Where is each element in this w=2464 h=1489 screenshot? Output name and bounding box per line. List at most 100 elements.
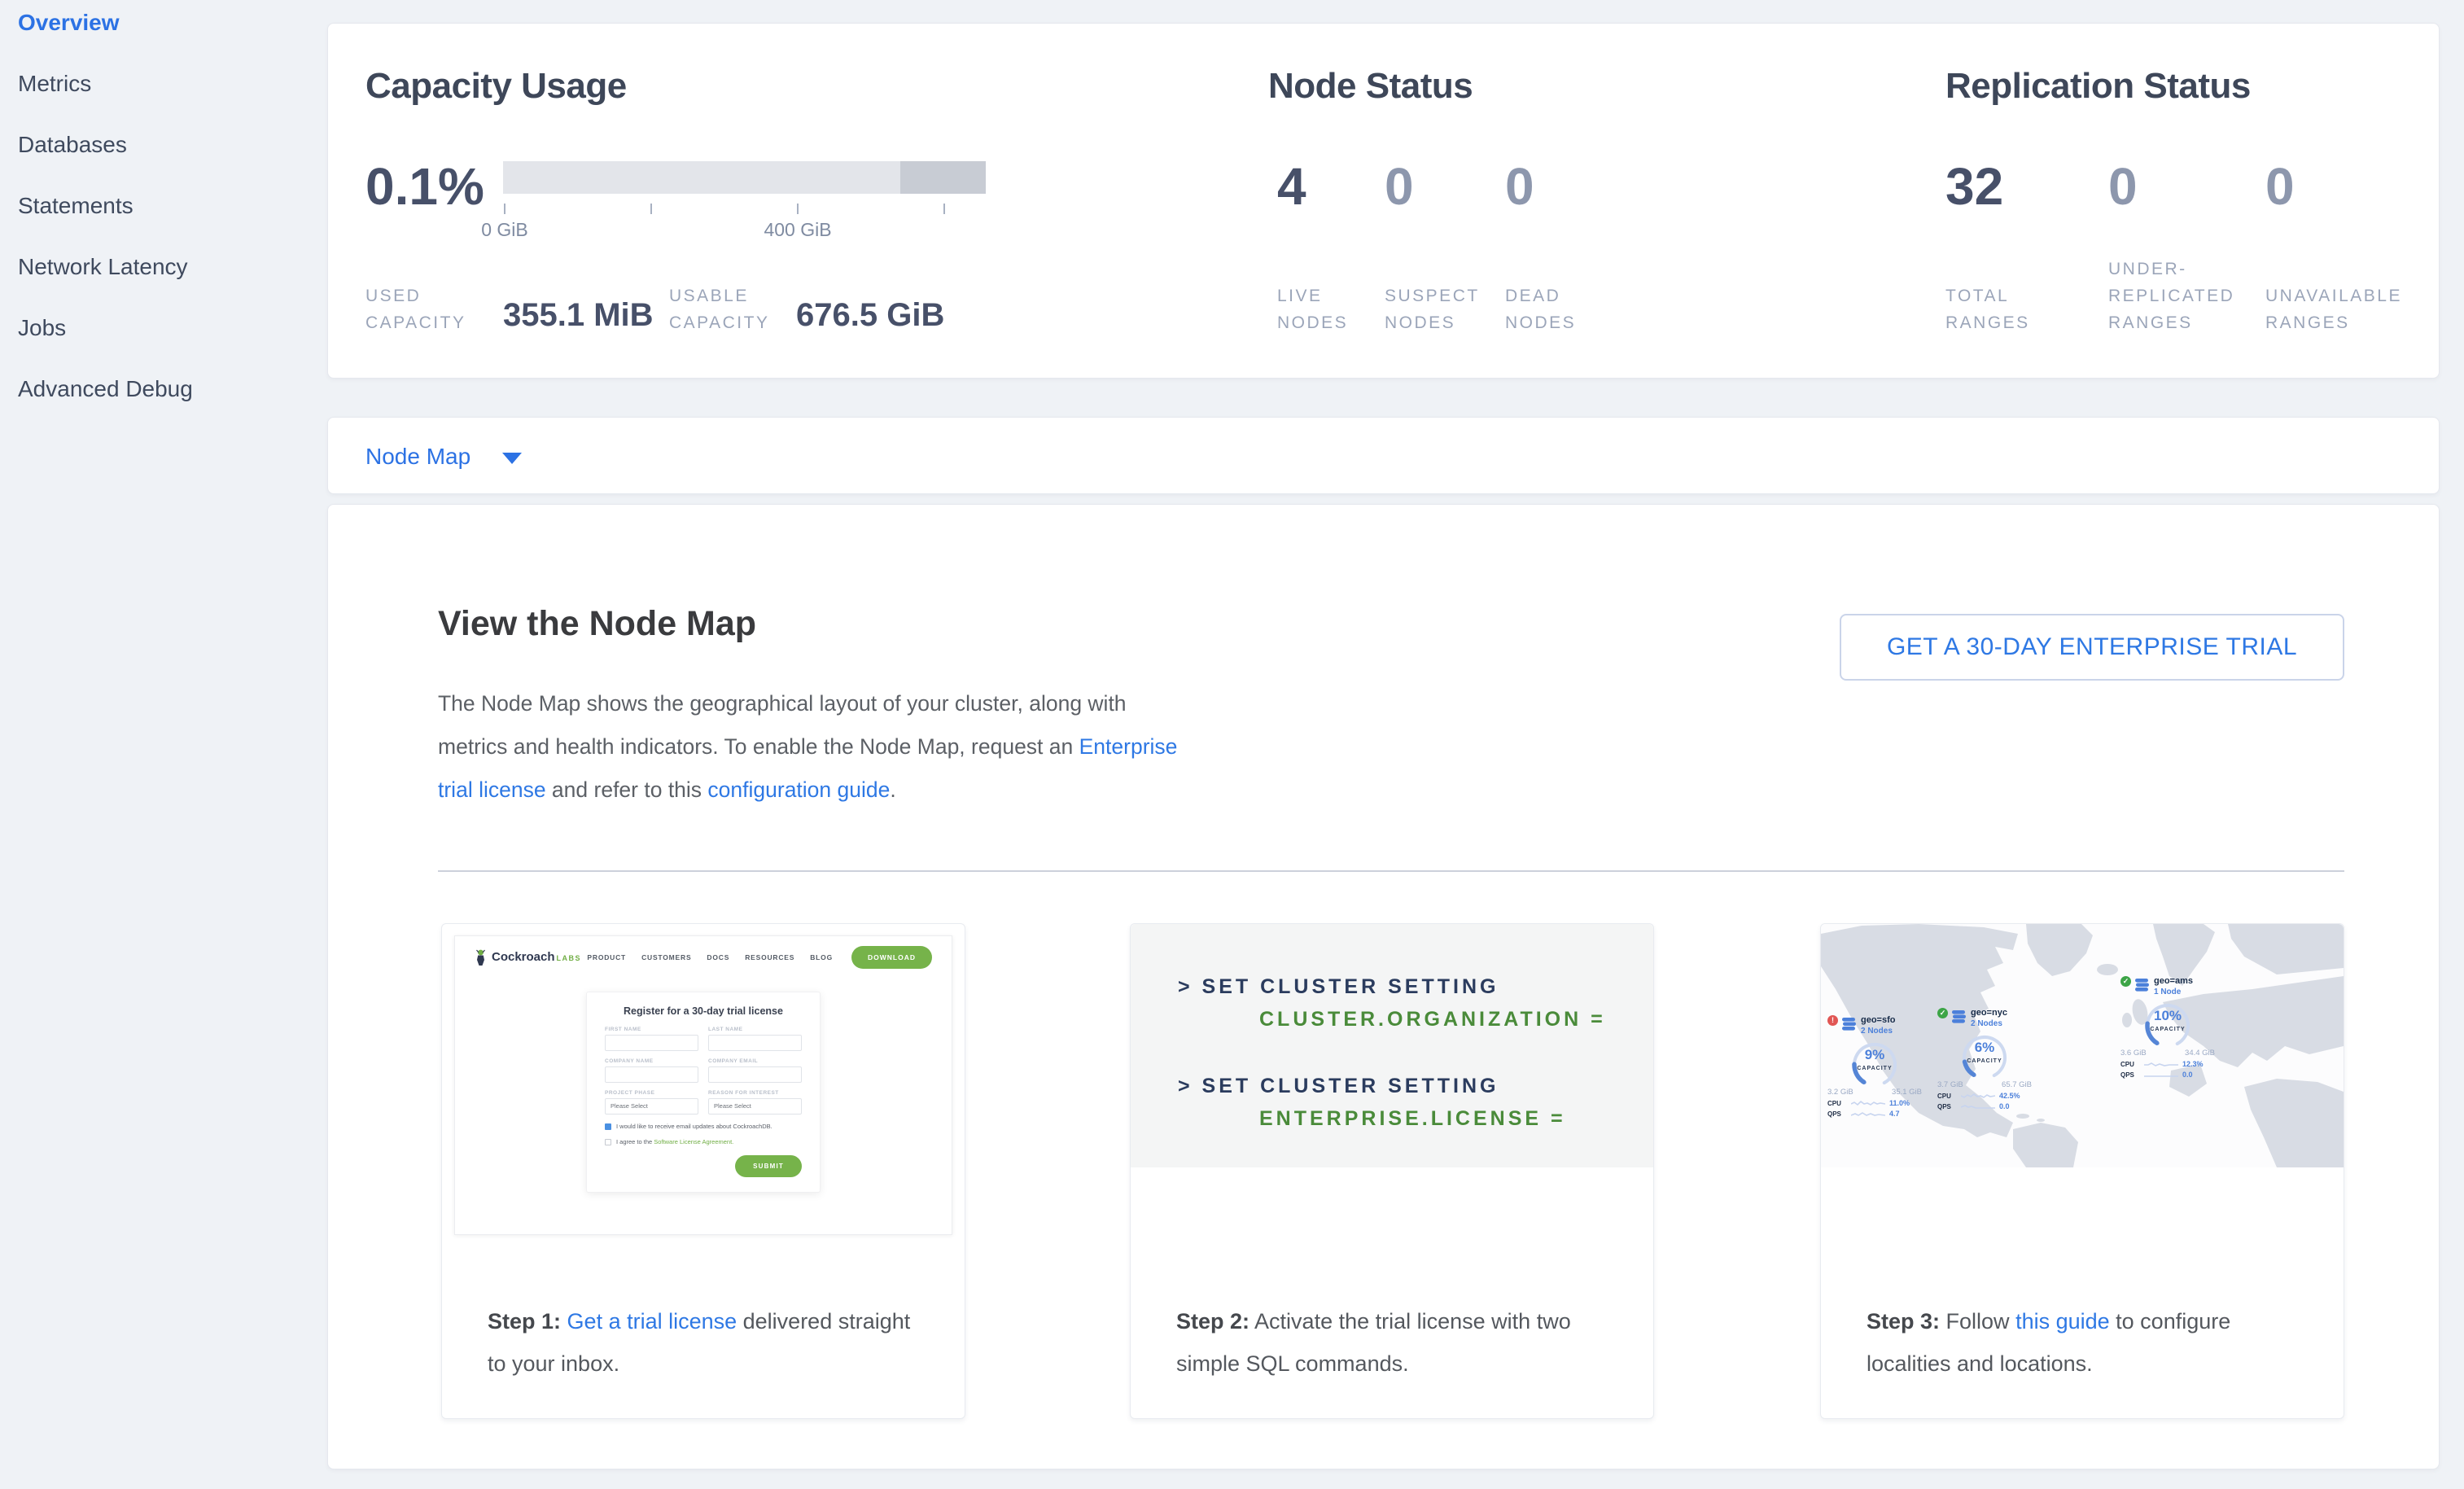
inline-link[interactable]: Enterprise	[1079, 734, 1178, 759]
email-updates-label: I would like to receive email updates ab…	[616, 1123, 772, 1130]
field-label: COMPANY EMAIL	[708, 1058, 802, 1064]
usable-capacity-value: 676.5 GiB	[796, 297, 944, 334]
step2-card: > SET CLUSTER SETTING CLUSTER.ORGANIZATI…	[1130, 923, 1654, 1419]
database-icon	[1842, 1018, 1857, 1031]
suspect-nodes-label: SUSPECT NODES	[1385, 282, 1480, 336]
locality-nodes: 1 Node	[2154, 987, 2193, 997]
sidebar-item-network-latency[interactable]: Network Latency	[18, 254, 188, 282]
replication-status-title: Replication Status	[1945, 66, 2251, 107]
last-name-input	[708, 1035, 802, 1051]
trial-license-form: Register for a 30-day trial license FIRS…	[586, 992, 821, 1193]
field-label: LAST NAME	[708, 1027, 802, 1032]
screenshot-download-button: DOWNLOAD	[851, 946, 932, 969]
inline-link[interactable]: configuration guide	[707, 777, 890, 802]
capacity-percent: 0.1%	[365, 160, 484, 212]
node-map-dropdown[interactable]: Node Map	[365, 418, 522, 495]
database-icon	[1952, 1010, 1967, 1023]
qps-sparkline	[2144, 1071, 2178, 1079]
sidebar-item-metrics[interactable]: Metrics	[18, 71, 91, 99]
license-agreement-checkbox	[605, 1139, 611, 1145]
qps-sparkline	[1851, 1110, 1885, 1118]
brand-text: Cockroach	[492, 950, 555, 964]
field-label: COMPANY NAME	[605, 1058, 698, 1064]
ok-status-icon: ✓	[2120, 976, 2131, 987]
screenshot-submit-button: SUBMIT	[735, 1155, 802, 1177]
node-map-dropdown-label: Node Map	[365, 444, 470, 469]
view-selector-bar: Node Map	[327, 417, 2440, 494]
capacity-tick	[943, 204, 945, 214]
total-ranges-count: 32	[1945, 160, 2003, 212]
capacity-gauge: 10% CAPACITY	[2132, 1000, 2204, 1050]
inline-link[interactable]: Get a trial license	[567, 1309, 737, 1334]
usable-capacity-label: USABLE CAPACITY	[669, 282, 769, 336]
field-label: REASON FOR INTEREST	[708, 1090, 802, 1096]
qps-label: QPS	[1827, 1110, 1847, 1118]
cpu-label: CPU	[2120, 1061, 2140, 1068]
dead-nodes-label: DEAD NODES	[1505, 282, 1576, 336]
qps-label: QPS	[1937, 1103, 1957, 1110]
screenshot-nav: PRODUCT CUSTOMERS DOCS RESOURCES BLOG DO…	[587, 946, 932, 969]
node-status-title: Node Status	[1268, 66, 1473, 107]
database-icon	[2135, 979, 2150, 992]
cpu-sparkline	[2144, 1060, 2178, 1068]
used-capacity-label: USED CAPACITY	[365, 282, 466, 336]
cockroach-icon	[475, 949, 487, 966]
sql-command: > SET CLUSTER SETTING	[1178, 970, 1653, 1003]
capacity-tick-label-400: 400 GiB	[733, 219, 863, 241]
capacity-label: CAPACITY	[2132, 1027, 2204, 1032]
brand-suffix-text: LABS	[557, 954, 582, 962]
page-title: View the Node Map	[438, 604, 756, 644]
screenshot-nav-docs: DOCS	[707, 953, 729, 961]
locality-nyc: ✓ geo=nyc 2 Nodes	[1937, 1008, 2032, 1110]
sql-command: > SET CLUSTER SETTING	[1178, 1070, 1653, 1102]
live-nodes-label: LIVE NODES	[1277, 282, 1348, 336]
cpu-label: CPU	[1827, 1100, 1847, 1107]
sidebar-item-statements[interactable]: Statements	[18, 193, 133, 221]
error-status-icon: !	[1827, 1015, 1838, 1026]
inline-link[interactable]: this guide	[2015, 1309, 2110, 1334]
registration-screenshot: CockroachLABS PRODUCT CUSTOMERS DOCS RES…	[454, 935, 952, 1235]
capacity-tick	[650, 204, 652, 214]
unavailable-ranges-label: UNAVAILABLE RANGES	[2265, 282, 2402, 336]
qps-sparkline	[1961, 1102, 1995, 1110]
suspect-nodes-count: 0	[1385, 160, 1414, 212]
capacity-bar	[503, 161, 986, 194]
node-map-content-panel: View the Node Map The Node Map shows the…	[327, 504, 2440, 1469]
node-map-description: The Node Map shows the geographical layo…	[438, 682, 1333, 812]
capacity-gauge: 9% CAPACITY	[1839, 1039, 1910, 1089]
sidebar-item-advanced-debug[interactable]: Advanced Debug	[18, 376, 193, 404]
sidebar-item-overview[interactable]: Overview	[18, 10, 120, 37]
qps-value: 0.0	[2182, 1071, 2193, 1079]
email-updates-checkbox	[605, 1123, 611, 1130]
sql-argument: CLUSTER.ORGANIZATION =	[1178, 1003, 1653, 1036]
section-divider	[438, 870, 2344, 872]
cpu-value: 42.5%	[1999, 1092, 2020, 1100]
cockroach-labs-logo: CockroachLABS	[475, 949, 581, 966]
inline-link[interactable]: trial license	[438, 777, 546, 802]
field-label: FIRST NAME	[605, 1027, 698, 1032]
step3-caption: Step 3: Follow this guide to configurelo…	[1867, 1300, 2327, 1385]
unavailable-ranges-count: 0	[2265, 160, 2295, 212]
qps-value: 4.7	[1889, 1110, 1900, 1118]
sql-snippet: > SET CLUSTER SETTING CLUSTER.ORGANIZATI…	[1131, 924, 1653, 1167]
dead-nodes-count: 0	[1505, 160, 1534, 212]
overview-page: Overview Metrics Databases Statements Ne…	[0, 0, 2464, 1489]
under-replicated-ranges-label: UNDER- REPLICATED RANGES	[2108, 256, 2234, 336]
ok-status-icon: ✓	[1937, 1008, 1948, 1018]
first-name-input	[605, 1035, 698, 1051]
node-map-preview: ! geo=sfo 2 Nodes	[1821, 924, 2344, 1167]
screenshot-site-header: CockroachLABS PRODUCT CUSTOMERS DOCS RES…	[455, 936, 952, 979]
under-replicated-ranges-count: 0	[2108, 160, 2138, 212]
sidebar-item-jobs[interactable]: Jobs	[18, 315, 66, 343]
live-nodes-count: 4	[1277, 160, 1306, 212]
reason-select: Please Select	[708, 1098, 802, 1115]
locality-name: geo=sfo	[1861, 1015, 1895, 1026]
project-phase-select: Please Select	[605, 1098, 698, 1115]
sidebar-item-databases[interactable]: Databases	[18, 132, 127, 160]
capacity-label: CAPACITY	[1839, 1066, 1910, 1071]
license-agreement-label: I agree to the Software License Agreemen…	[616, 1138, 733, 1145]
enterprise-trial-button[interactable]: GET A 30-DAY ENTERPRISE TRIAL	[1840, 614, 2344, 681]
capacity-label: CAPACITY	[1949, 1058, 2020, 1064]
locality-sfo: ! geo=sfo 2 Nodes	[1827, 1015, 1922, 1118]
qps-label: QPS	[2120, 1071, 2140, 1079]
